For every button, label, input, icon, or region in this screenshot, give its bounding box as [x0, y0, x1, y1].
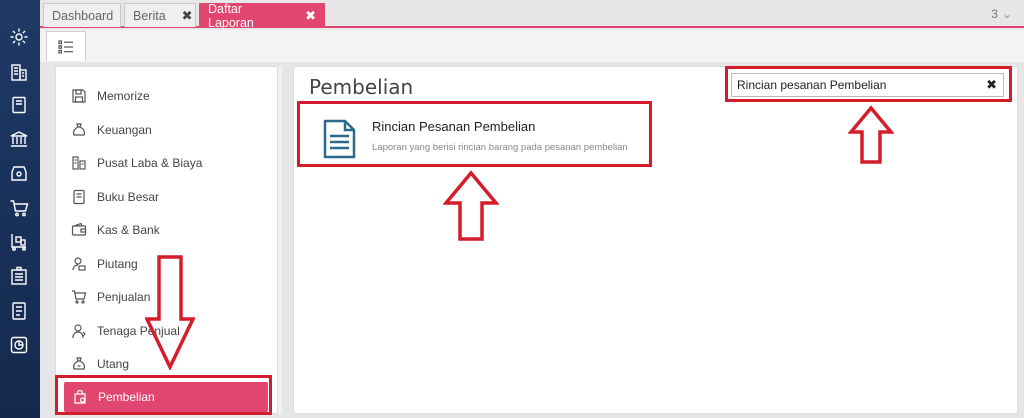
sidebar-item-label: Utang — [97, 357, 130, 371]
close-icon[interactable]: ✖ — [305, 8, 316, 24]
highlight-box-report-item — [297, 101, 652, 167]
sidebar-scrollbar[interactable] — [278, 66, 282, 414]
arrow-up-icon — [443, 170, 499, 241]
settings-icon[interactable] — [8, 26, 30, 48]
arrow-down-icon — [145, 255, 195, 370]
sub-toolbar — [40, 30, 1024, 62]
page-title: Pembelian — [309, 75, 414, 99]
sidebar-item-label: Buku Besar — [97, 190, 160, 204]
payable-icon — [71, 356, 87, 372]
sidebar-item-pusat-laba-biaya[interactable]: Pusat Laba & Biaya — [56, 148, 276, 178]
salesperson-icon — [71, 323, 87, 339]
warehouse-icon[interactable] — [8, 265, 30, 287]
sidebar-item-buku-besar[interactable]: Buku Besar — [56, 182, 276, 212]
receivable-icon — [71, 256, 87, 272]
bank-icon[interactable] — [8, 128, 30, 150]
book-icon[interactable] — [8, 94, 30, 116]
sidebar-item-memorize[interactable]: Memorize — [56, 81, 276, 111]
left-icon-rail — [0, 0, 40, 418]
building-icon[interactable] — [8, 61, 30, 83]
tab-count-dropdown[interactable]: 3 ⌄ — [991, 7, 1012, 21]
tab-daftar-laporan[interactable]: Daftar Laporan ✖ — [199, 1, 325, 30]
sidebar-item-keuangan[interactable]: Keuangan — [56, 115, 276, 145]
list-view-button[interactable] — [46, 31, 86, 61]
floppy-icon — [71, 88, 87, 104]
tab-dashboard[interactable]: Dashboard — [43, 3, 121, 27]
list-icon — [58, 39, 73, 53]
tab-label: Daftar Laporan — [208, 1, 254, 30]
sidebar-item-kas-bank[interactable]: Kas & Bank — [56, 215, 276, 245]
close-icon[interactable]: ✖ — [182, 8, 193, 24]
highlight-box-search — [725, 66, 1012, 102]
wallet-icon — [71, 222, 87, 238]
arrow-up-icon — [848, 105, 894, 164]
ledger-icon — [71, 189, 87, 205]
sidebar-item-label: Penjualan — [97, 290, 151, 304]
sidebar-item-label: Keuangan — [97, 123, 152, 137]
sidebar-item-label: Kas & Bank — [97, 223, 160, 237]
chart-icon[interactable] — [8, 334, 30, 356]
money-bag-icon — [71, 122, 87, 138]
cart-icon[interactable] — [8, 197, 30, 219]
tag-icon[interactable] — [8, 162, 30, 184]
tax-icon[interactable] — [8, 300, 30, 322]
profit-center-icon — [71, 155, 87, 171]
tab-berita[interactable]: Berita ✖ — [124, 3, 196, 27]
trolley-icon[interactable] — [8, 231, 30, 253]
cart-icon — [71, 289, 87, 305]
sidebar-item-label: Pusat Laba & Biaya — [97, 156, 203, 170]
tab-label: Dashboard — [52, 8, 114, 23]
sidebar-item-label: Piutang — [97, 257, 138, 271]
sidebar-item-label: Memorize — [97, 89, 150, 103]
chevron-down-icon: ⌄ — [1001, 7, 1012, 21]
tab-label: Berita — [133, 8, 166, 23]
tab-count-value: 3 — [991, 7, 998, 21]
tab-bar: Dashboard Berita ✖ Daftar Laporan ✖ 3 ⌄ — [40, 0, 1024, 30]
highlight-box-pembelian — [55, 375, 272, 415]
